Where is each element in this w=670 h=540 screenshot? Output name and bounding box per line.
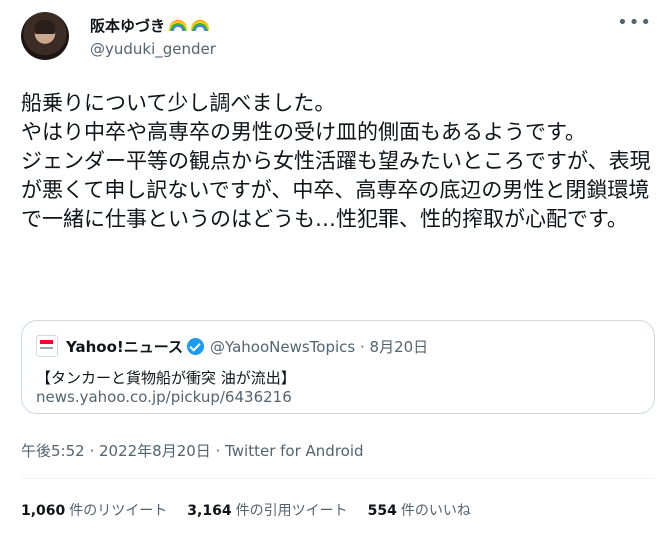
avatar[interactable] <box>21 12 69 60</box>
card-headline: 【タンカーと貨物船が衝突 油が流出】 <box>36 369 296 387</box>
likes-count: 554 <box>367 503 397 519</box>
quotes-count: 3,164 <box>187 503 232 519</box>
divider <box>21 478 655 479</box>
likes-stat[interactable]: 554 件のいいね <box>368 500 471 520</box>
rainbow-flag-icon <box>191 20 210 31</box>
more-icon[interactable]: ••• <box>617 12 652 33</box>
tweet-timestamp[interactable]: 午後5:52 · 2022年8月20日 · Twitter for Androi… <box>21 440 364 461</box>
likes-label: 件のいいね <box>400 503 471 519</box>
tweet-stats: 1,060 件のリツイート 3,164 件の引用ツイート 554 件のいいね <box>21 500 471 520</box>
yahoo-logo-icon <box>36 335 58 357</box>
retweets-stat[interactable]: 1,060 件のリツイート <box>21 500 167 520</box>
user-handle[interactable]: @yuduki_gender <box>90 40 216 58</box>
verified-icon <box>187 337 204 355</box>
quoted-tweet-card[interactable]: Yahoo!ニュース @YahooNewsTopics · 8月20日 【タンカ… <box>21 320 655 414</box>
rainbow-flag-icon <box>169 20 188 31</box>
card-link[interactable]: news.yahoo.co.jp/pickup/6436216 <box>36 388 292 406</box>
retweets-label: 件のリツイート <box>69 503 168 519</box>
quotes-stat[interactable]: 3,164 件の引用ツイート <box>187 500 347 520</box>
quotes-label: 件の引用ツイート <box>235 503 348 519</box>
retweets-count: 1,060 <box>21 503 66 519</box>
card-meta: @YahooNewsTopics · 8月20日 <box>210 337 429 356</box>
tweet-text: 船乗りについて少し調べました。 やはり中卒や高専卒の男性の受け皿的側面もあるよう… <box>21 91 651 231</box>
card-author-name: Yahoo!ニュース <box>66 337 183 356</box>
user-name[interactable]: 阪本ゆづき <box>90 15 210 36</box>
user-name-label: 阪本ゆづき <box>90 17 166 35</box>
card-header: Yahoo!ニュース @YahooNewsTopics · 8月20日 <box>36 335 428 357</box>
